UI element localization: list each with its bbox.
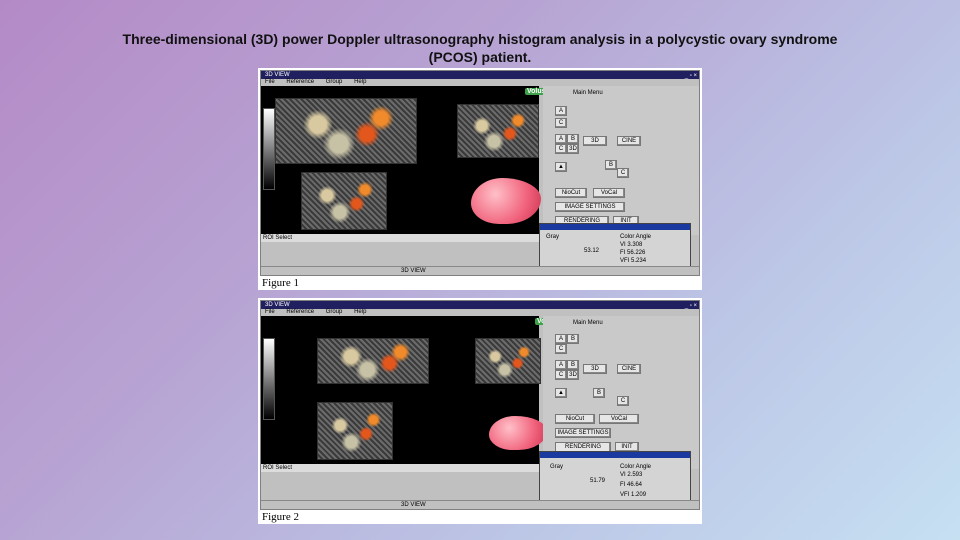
- 3d-render[interactable]: [471, 178, 541, 224]
- roi-select[interactable]: ROI Select: [261, 234, 541, 242]
- plane-a-image[interactable]: [275, 98, 417, 164]
- window-titlebar: 3D VIEW _ ▫ ×: [261, 71, 699, 79]
- fi-row: FI 56.226: [620, 250, 646, 256]
- figure-label: Figure 2: [262, 511, 299, 523]
- vocal-button[interactable]: VoCal: [593, 188, 625, 198]
- window-titlebar: 3D VIEW _ ▫ ×: [261, 301, 699, 309]
- main-menu-label: Main Menu: [573, 90, 603, 96]
- app-window: 3D VIEW _ ▫ × File Reference Group Help …: [260, 300, 700, 510]
- b-button[interactable]: B: [605, 160, 617, 170]
- plane-b-image[interactable]: [457, 104, 539, 158]
- image-settings-button[interactable]: IMAGE SETTINGS: [555, 202, 625, 212]
- main-menu-label: Main Menu: [573, 320, 603, 326]
- c-button[interactable]: C: [617, 396, 629, 406]
- niocut-button[interactable]: NioCut: [555, 188, 587, 198]
- b-button[interactable]: B: [593, 388, 605, 398]
- histogram-title: [540, 224, 690, 230]
- figure-1-panel: 3D VIEW _ ▫ × File Reference Group Help …: [258, 68, 702, 290]
- plane-b-image[interactable]: [475, 338, 541, 384]
- cine-button[interactable]: CINE: [617, 364, 641, 374]
- gray-label: Gray: [546, 234, 560, 240]
- window-title: 3D VIEW: [265, 302, 290, 308]
- menu-group[interactable]: Group: [326, 79, 343, 85]
- plane-c-button[interactable]: C: [555, 118, 567, 128]
- vi-value: 2.593: [627, 472, 643, 478]
- vi-row: VI 2.593: [620, 472, 643, 478]
- vfi-row: VFI 5.234: [620, 258, 647, 264]
- cine-button[interactable]: CINE: [617, 136, 641, 146]
- vi-value: 3.308: [627, 242, 643, 248]
- view-a-button[interactable]: A: [555, 360, 567, 370]
- vfi-value: 5.234: [631, 258, 647, 264]
- plane-a-button[interactable]: A: [555, 334, 567, 344]
- image-settings-button[interactable]: IMAGE SETTINGS: [555, 428, 611, 438]
- grayscale-bar: [263, 108, 275, 190]
- menu-reference[interactable]: Reference: [286, 309, 314, 315]
- niocut-button[interactable]: NioCut: [555, 414, 595, 424]
- menu-bar: File Reference Group Help: [261, 309, 699, 316]
- roi-select[interactable]: ROI Select: [261, 464, 541, 472]
- taskbar-window[interactable]: 3D VIEW: [401, 502, 426, 508]
- view-3d-button[interactable]: 3D: [567, 370, 579, 380]
- ultrasound-viewport[interactable]: Voluson: [261, 86, 557, 234]
- taskbar: 3D VIEW: [261, 266, 699, 275]
- control-panel: Main Menu A B C A B C 3D 3D CINE ▲ B C N…: [543, 316, 699, 469]
- color-angle-label: Color Angle: [620, 464, 652, 470]
- vfi-row: VFI 1.209: [620, 492, 647, 498]
- up-button[interactable]: ▲: [555, 388, 567, 398]
- gray-value: 53.12: [584, 248, 600, 254]
- view-b-button[interactable]: B: [567, 134, 579, 144]
- histogram-title: [540, 452, 690, 458]
- plane-b-button[interactable]: B: [567, 334, 579, 344]
- figure-2-panel: 3D VIEW _ ▫ × File Reference Group Help …: [258, 298, 702, 524]
- grayscale-bar: [263, 338, 275, 420]
- vi-row: VI 3.308: [620, 242, 643, 248]
- view-c-button[interactable]: C: [555, 144, 567, 154]
- plane-a-image[interactable]: [317, 338, 429, 384]
- gray-label: Gray: [550, 464, 564, 470]
- vocal-button[interactable]: VoCal: [599, 414, 639, 424]
- menu-file[interactable]: File: [265, 309, 275, 315]
- menu-help[interactable]: Help: [354, 309, 366, 315]
- fi-row: FI 46.64: [620, 482, 643, 488]
- 3d-button[interactable]: 3D: [583, 136, 607, 146]
- plane-c-image[interactable]: [301, 172, 387, 230]
- menu-reference[interactable]: Reference: [286, 79, 314, 85]
- fi-value: 56.226: [627, 250, 646, 256]
- plane-c-image[interactable]: [317, 402, 393, 460]
- menu-file[interactable]: File: [265, 79, 275, 85]
- app-window: 3D VIEW _ ▫ × File Reference Group Help …: [260, 70, 700, 276]
- 3d-render[interactable]: [489, 416, 547, 450]
- c-button[interactable]: C: [617, 168, 629, 178]
- vfi-value: 1.209: [631, 492, 647, 498]
- window-title: 3D VIEW: [265, 72, 290, 78]
- figure-label: Figure 1: [262, 277, 299, 289]
- view-3d-button[interactable]: 3D: [567, 144, 579, 154]
- view-a-button[interactable]: A: [555, 134, 567, 144]
- control-panel: Main Menu A C A B C 3D 3D CINE ▲ B C Nio…: [543, 86, 699, 235]
- view-b-button[interactable]: B: [567, 360, 579, 370]
- gray-value: 51.79: [590, 478, 606, 484]
- fi-value: 46.64: [627, 482, 643, 488]
- ultrasound-viewport[interactable]: Voluson: [261, 316, 567, 464]
- view-c-button[interactable]: C: [555, 370, 567, 380]
- up-button[interactable]: ▲: [555, 162, 567, 172]
- caption: Three-dimensional (3D) power Doppler ult…: [122, 31, 838, 65]
- menu-help[interactable]: Help: [354, 79, 366, 85]
- plane-c-button[interactable]: C: [555, 344, 567, 354]
- taskbar-window[interactable]: 3D VIEW: [401, 268, 426, 274]
- taskbar: 3D VIEW: [261, 500, 699, 509]
- color-angle-label: Color Angle: [620, 234, 652, 240]
- menu-bar: File Reference Group Help: [261, 79, 699, 86]
- 3d-button[interactable]: 3D: [583, 364, 607, 374]
- menu-group[interactable]: Group: [326, 309, 343, 315]
- plane-a-button[interactable]: A: [555, 106, 567, 116]
